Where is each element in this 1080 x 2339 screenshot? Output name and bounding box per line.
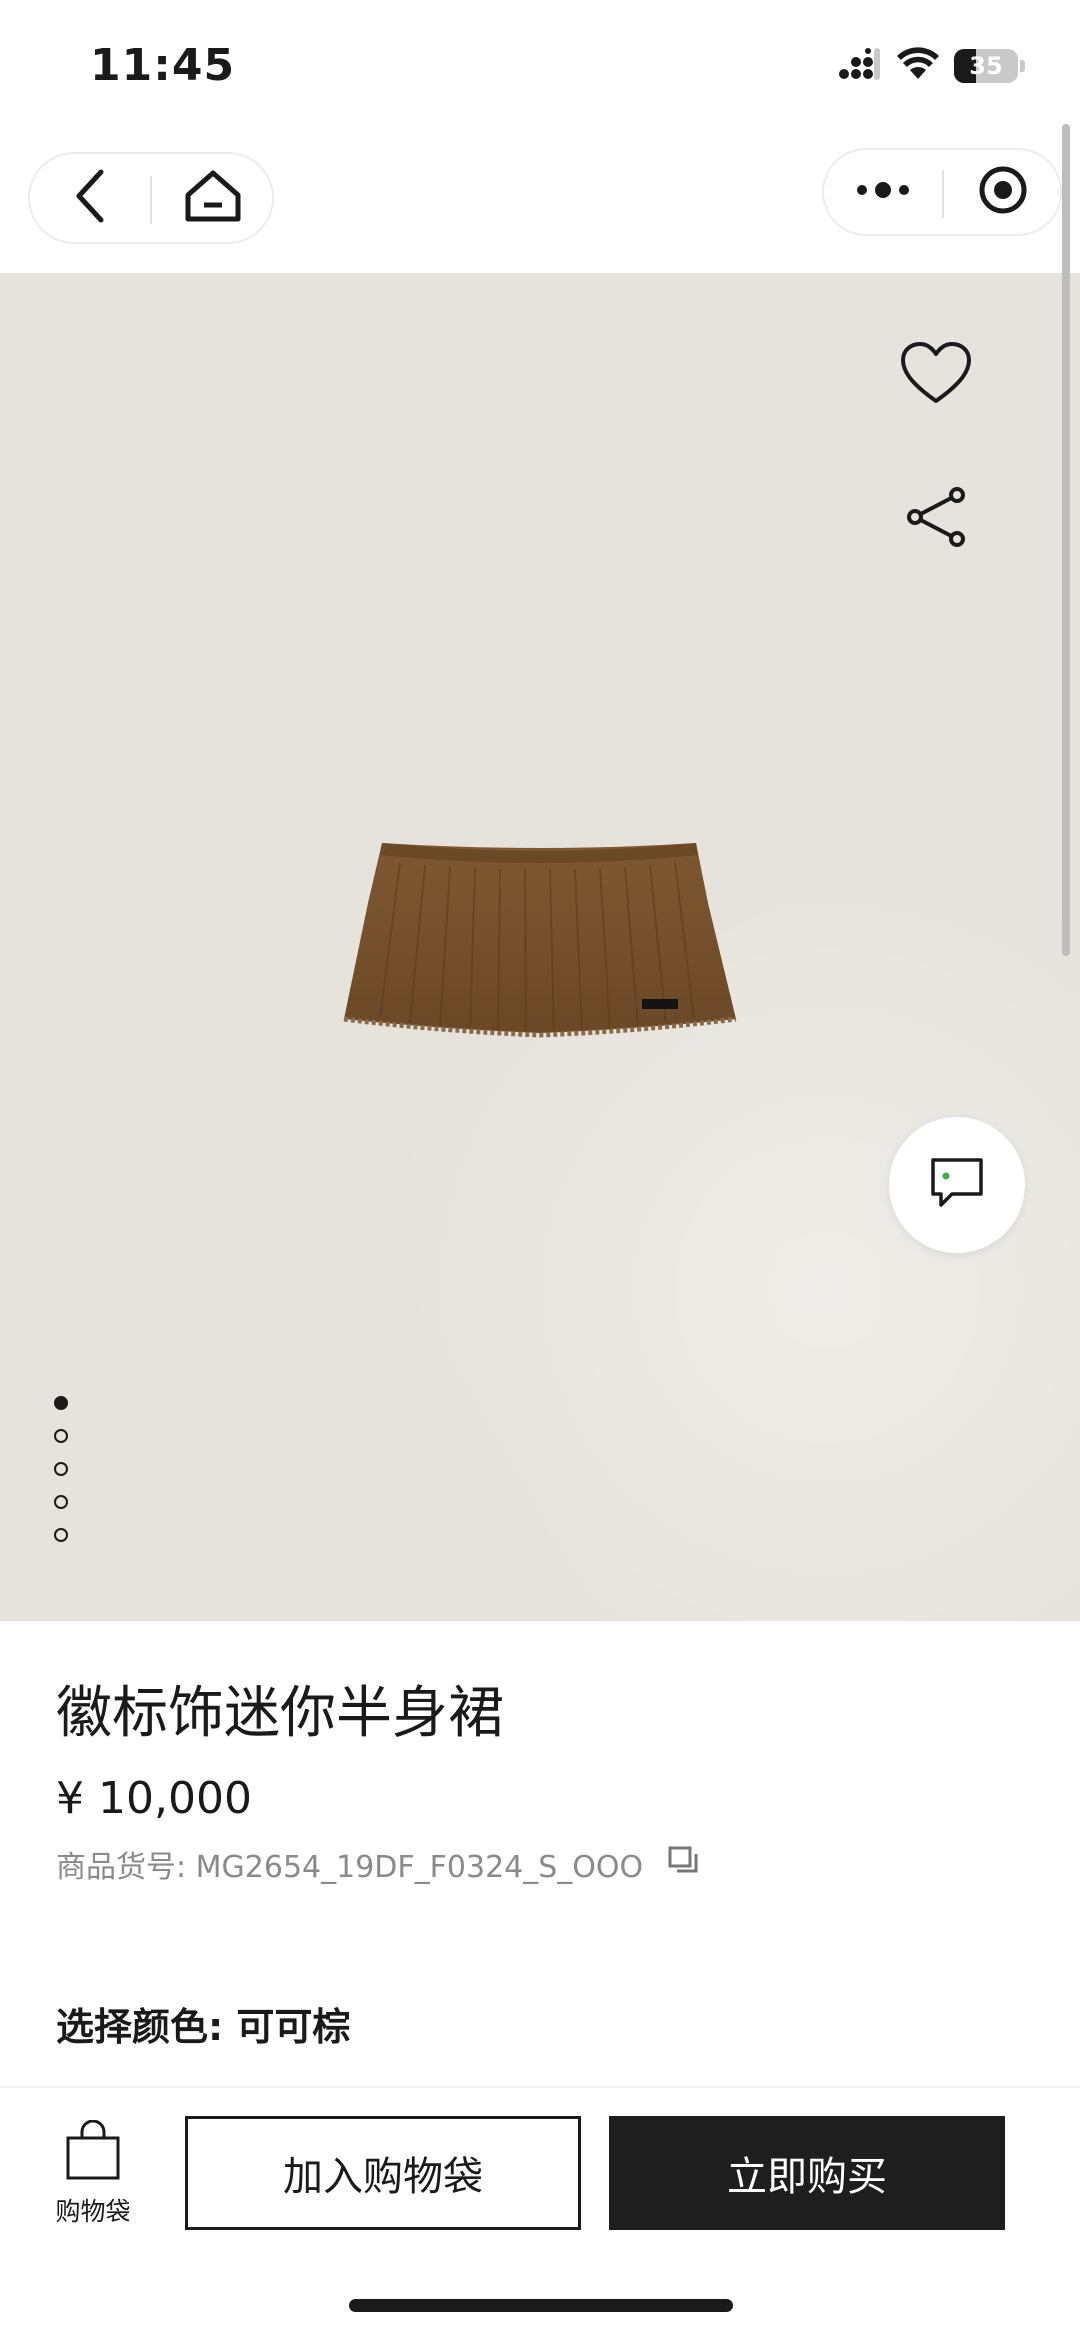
gallery-dot-2[interactable] xyxy=(54,1429,68,1443)
product-title: 徽标饰迷你半身裙 xyxy=(56,1681,504,1746)
product-sku-label: 商品货号: MG2654_19DF_F0324_S_OOO xyxy=(56,1850,644,1885)
close-miniprogram-button[interactable] xyxy=(944,150,1062,234)
heart-icon xyxy=(899,340,973,410)
shopping-bag-tab[interactable]: 购物袋 xyxy=(40,2119,146,2240)
shopping-bag-label: 购物袋 xyxy=(55,2197,131,2226)
wifi-icon xyxy=(896,47,940,85)
status-time: 11:45 xyxy=(90,40,236,91)
favorite-button[interactable] xyxy=(890,329,982,421)
shopping-bag-icon xyxy=(65,2119,121,2186)
product-price: ¥ 10,000 xyxy=(56,1773,252,1824)
battery-level: 35 xyxy=(969,52,1003,80)
status-icons: 35 xyxy=(838,46,1025,86)
status-bar: 11:45 35 xyxy=(0,0,1080,140)
home-button[interactable] xyxy=(152,154,274,242)
chat-bubble-icon xyxy=(928,1155,986,1215)
nav-capsule-left xyxy=(28,152,274,244)
share-button[interactable] xyxy=(890,473,982,565)
home-icon xyxy=(184,169,242,227)
customer-service-button[interactable] xyxy=(889,1117,1025,1253)
home-indicator[interactable] xyxy=(349,2299,733,2312)
back-button[interactable] xyxy=(30,154,150,242)
buy-now-button[interactable]: 立即购买 xyxy=(609,2116,1005,2230)
gallery-dot-3[interactable] xyxy=(54,1462,68,1476)
gallery-dot-4[interactable] xyxy=(54,1495,68,1509)
color-selection-label: 选择颜色: 可可棕 xyxy=(56,2005,351,2049)
battery-icon: 35 xyxy=(954,49,1018,83)
add-to-bag-button[interactable]: 加入购物袋 xyxy=(185,2116,581,2230)
scrollbar[interactable] xyxy=(1062,124,1070,956)
copy-sku-button[interactable] xyxy=(667,1845,699,1883)
product-sku: 商品货号: MG2654_19DF_F0324_S_OOO xyxy=(56,1842,699,1886)
nav-capsule-right xyxy=(822,148,1062,236)
more-button[interactable] xyxy=(824,150,942,234)
more-dots-icon xyxy=(855,180,911,204)
back-arrow-icon xyxy=(73,168,107,228)
copy-icon xyxy=(667,1845,699,1883)
product-gallery[interactable] xyxy=(0,273,1080,1621)
gallery-dot-5[interactable] xyxy=(54,1528,68,1542)
gallery-pagination xyxy=(54,1396,70,1561)
share-icon xyxy=(903,487,969,551)
target-close-icon xyxy=(977,164,1029,220)
gallery-dot-1[interactable] xyxy=(54,1396,68,1410)
product-skirt-image xyxy=(340,833,740,1053)
signal-icon xyxy=(838,48,882,84)
